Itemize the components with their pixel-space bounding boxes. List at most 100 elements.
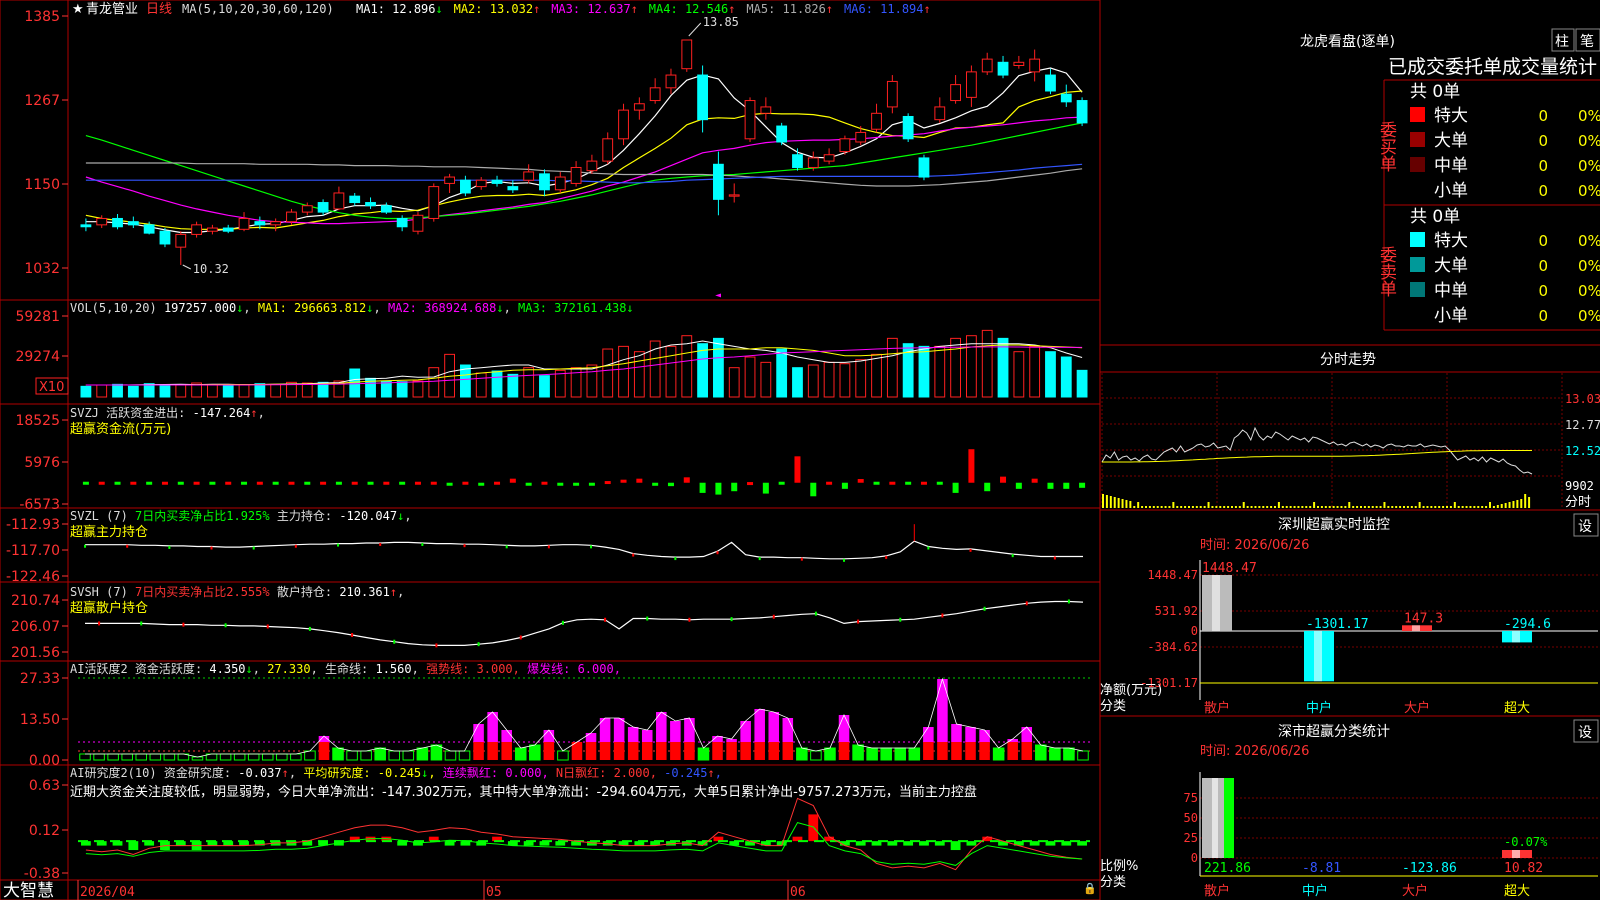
candle-body [697, 74, 708, 121]
ai1-bar-base [641, 741, 653, 760]
classify-y-label: 25 [1184, 831, 1198, 845]
ai1-bar [908, 747, 921, 761]
intraday-vol-bar [1180, 506, 1183, 508]
candle-body [143, 224, 155, 234]
header-part [128, 662, 135, 676]
volume-bar [839, 363, 851, 398]
ai2-arrow1: ↑ [282, 766, 289, 780]
ai1-bar [1077, 750, 1089, 761]
vol-title-row: VOL(5,10,20) 197257.000↓, MA1: 296663.81… [70, 301, 634, 315]
svzl-line [85, 540, 1083, 560]
monitor-value-label: 147.3 [1404, 611, 1443, 626]
svsh-tick [688, 617, 691, 622]
ai1-y-tick-label: 0.00 [29, 753, 60, 769]
ai1-bar-top [923, 726, 934, 742]
svzj-bar [588, 482, 595, 486]
stock-name[interactable]: 青龙管业 [86, 2, 138, 17]
svzl-tick [927, 546, 930, 550]
svzl-tick [84, 544, 87, 548]
intraday-vol-bar [1489, 502, 1491, 508]
svsh-tick [140, 621, 143, 626]
intraday-vol-bar [1211, 506, 1214, 508]
intraday-vol-bar [1266, 506, 1269, 508]
candle-body [365, 202, 376, 207]
ma-legend-name: MA3 [551, 2, 573, 16]
svsh-value: 210.361 [339, 585, 390, 599]
lock-icon[interactable]: 🔒 [1083, 882, 1097, 895]
candle-body [175, 233, 187, 248]
header-part: , [650, 766, 664, 780]
svzj-header-subtitle: 超赢资金流(万元) [70, 421, 171, 437]
svzj-bar [130, 481, 137, 485]
header-part: : [224, 766, 238, 780]
svzj-bar [225, 481, 232, 485]
svsh-label: 散户持仓 [277, 584, 325, 599]
period-label[interactable]: 日线 [146, 2, 172, 17]
classify-title: 深市超赢分类统计 [1278, 723, 1390, 740]
svsh-tick [224, 623, 227, 628]
buy-row-pct: 0% [1578, 132, 1600, 150]
intraday-vol-bar [1520, 499, 1523, 508]
svzj-bar [762, 482, 769, 494]
intraday-vol-bar [1195, 506, 1198, 508]
sell-row-pct: 0% [1578, 307, 1600, 325]
ma-legend-arrow: ↑ [924, 2, 931, 16]
svzl-tick [294, 544, 297, 548]
svzl-tick [716, 551, 719, 555]
intraday-vol-bar [1176, 506, 1179, 508]
svzj-bar [604, 481, 611, 485]
monitor-category: 超大 [1504, 701, 1530, 716]
ai2-value4: 2.000 [614, 766, 650, 780]
intraday-vol-bar [1313, 502, 1316, 508]
svzj-bar [525, 482, 532, 486]
svsh-header-row: SVSH (7) 7日内买卖净占比2.555% 散户持仓: 210.361↑, [70, 584, 404, 599]
candle-body [238, 217, 250, 230]
classify-category: 大户 [1402, 883, 1428, 899]
ai1-bar-base [740, 741, 751, 760]
svzj-bar [241, 481, 248, 485]
sell-total: 共 0单 [1410, 207, 1460, 227]
vol-y-tick-label: 59281 [15, 309, 60, 325]
ai1-bar-base [599, 741, 611, 760]
candle-body [159, 230, 171, 245]
intraday-vol-bar [1188, 506, 1190, 508]
ma-legend-name: MA4 [649, 2, 671, 16]
svzj-bar [383, 481, 390, 485]
intraday-vol-bar [1219, 506, 1222, 508]
volume-bar [1076, 369, 1088, 398]
volume-bar [633, 351, 645, 398]
svzj-bar [557, 482, 564, 486]
ai1-y-tick-label: 27.33 [20, 671, 60, 687]
intraday-vol-bar [1336, 506, 1339, 508]
svzj-bar [778, 481, 785, 485]
svzl-tick [210, 546, 213, 550]
header-part [270, 509, 277, 523]
svzl-tick [885, 555, 888, 559]
intraday-vol-bar [1258, 506, 1261, 508]
ai2-y-tick-label: 0.63 [29, 778, 60, 794]
candle-body [871, 112, 882, 130]
svzj-bar [430, 481, 437, 485]
ai-active-y-axis: 27.33 13.50 0.00 [20, 671, 68, 769]
candle-body [681, 39, 693, 70]
candle-body [1060, 93, 1072, 103]
header-part [128, 509, 135, 523]
header-part: : [363, 766, 377, 780]
ai1-bar-base [543, 741, 555, 760]
intraday-vol-bar [1262, 506, 1265, 508]
ai1-bar [135, 753, 148, 761]
intraday-vol-bar [1274, 506, 1276, 508]
ai1-bar [360, 750, 372, 761]
sell-row-label: 特大 [1434, 231, 1468, 251]
intraday-vol-bar [1371, 506, 1374, 508]
intraday-avg-line [1102, 450, 1532, 463]
ai1-bar [163, 753, 176, 761]
header-part: , [412, 662, 426, 676]
intraday-vol-bar [1446, 506, 1448, 508]
svsh-tick [772, 614, 775, 619]
svsh-tick [730, 617, 733, 622]
ma-params: MA(5,10,20,30,60,120) [182, 2, 334, 16]
intraday-vol-bar [1391, 506, 1394, 508]
ai1-bar [894, 747, 907, 761]
vol-ma-colon: : [540, 301, 554, 315]
